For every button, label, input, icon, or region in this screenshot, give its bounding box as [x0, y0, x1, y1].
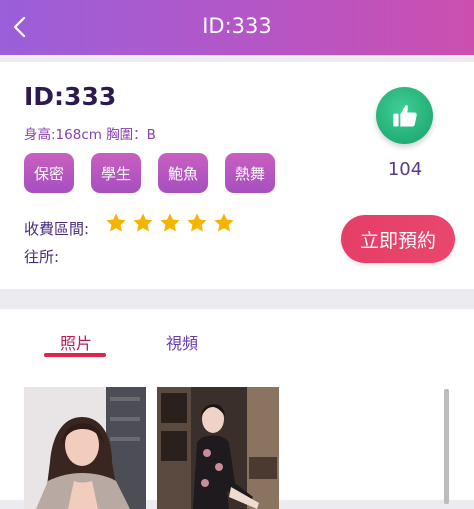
star-icon [214, 213, 234, 232]
top-bar: ID:333 [0, 0, 474, 55]
tag-3[interactable]: 熱舞 [225, 153, 275, 193]
price-row: 收費區間: [24, 213, 235, 238]
like-button[interactable] [376, 87, 433, 144]
scrollbar[interactable] [444, 389, 449, 504]
profile-id: ID:333 [24, 82, 117, 111]
profile-stats: 身高:168cm 胸圍：B [24, 127, 156, 143]
photo-thumbnail[interactable] [157, 387, 279, 509]
book-now-button[interactable]: 立即預約 [341, 215, 455, 263]
page-title: ID:333 [202, 14, 272, 38]
tag-1[interactable]: 學生 [91, 153, 141, 193]
photo-thumbnail[interactable] [24, 387, 146, 509]
address-label: 往所: [24, 248, 60, 266]
price-label: 收費區間: [24, 219, 90, 238]
star-rating [105, 212, 235, 234]
active-tab-indicator [44, 353, 106, 357]
tag-2[interactable]: 鮑魚 [158, 153, 208, 193]
profile-card: ID:333 身高:168cm 胸圍：B 保密 學生 鮑魚 熱舞 收費區間: 往… [0, 62, 474, 289]
photo-image [24, 387, 146, 509]
star-icon [160, 213, 180, 232]
photo-image [157, 387, 279, 509]
tab-photos[interactable]: 照片 [60, 330, 92, 354]
star-icon [133, 213, 153, 232]
thumbs-up-icon [392, 104, 417, 126]
like-count: 104 [387, 159, 423, 180]
tab-videos[interactable]: 視頻 [166, 330, 198, 354]
tag-0[interactable]: 保密 [24, 153, 74, 193]
star-icon [187, 213, 207, 232]
media-section: 照片 視頻 [0, 309, 474, 509]
star-icon [106, 213, 126, 232]
tag-list: 保密 學生 鮑魚 熱舞 [24, 153, 275, 193]
